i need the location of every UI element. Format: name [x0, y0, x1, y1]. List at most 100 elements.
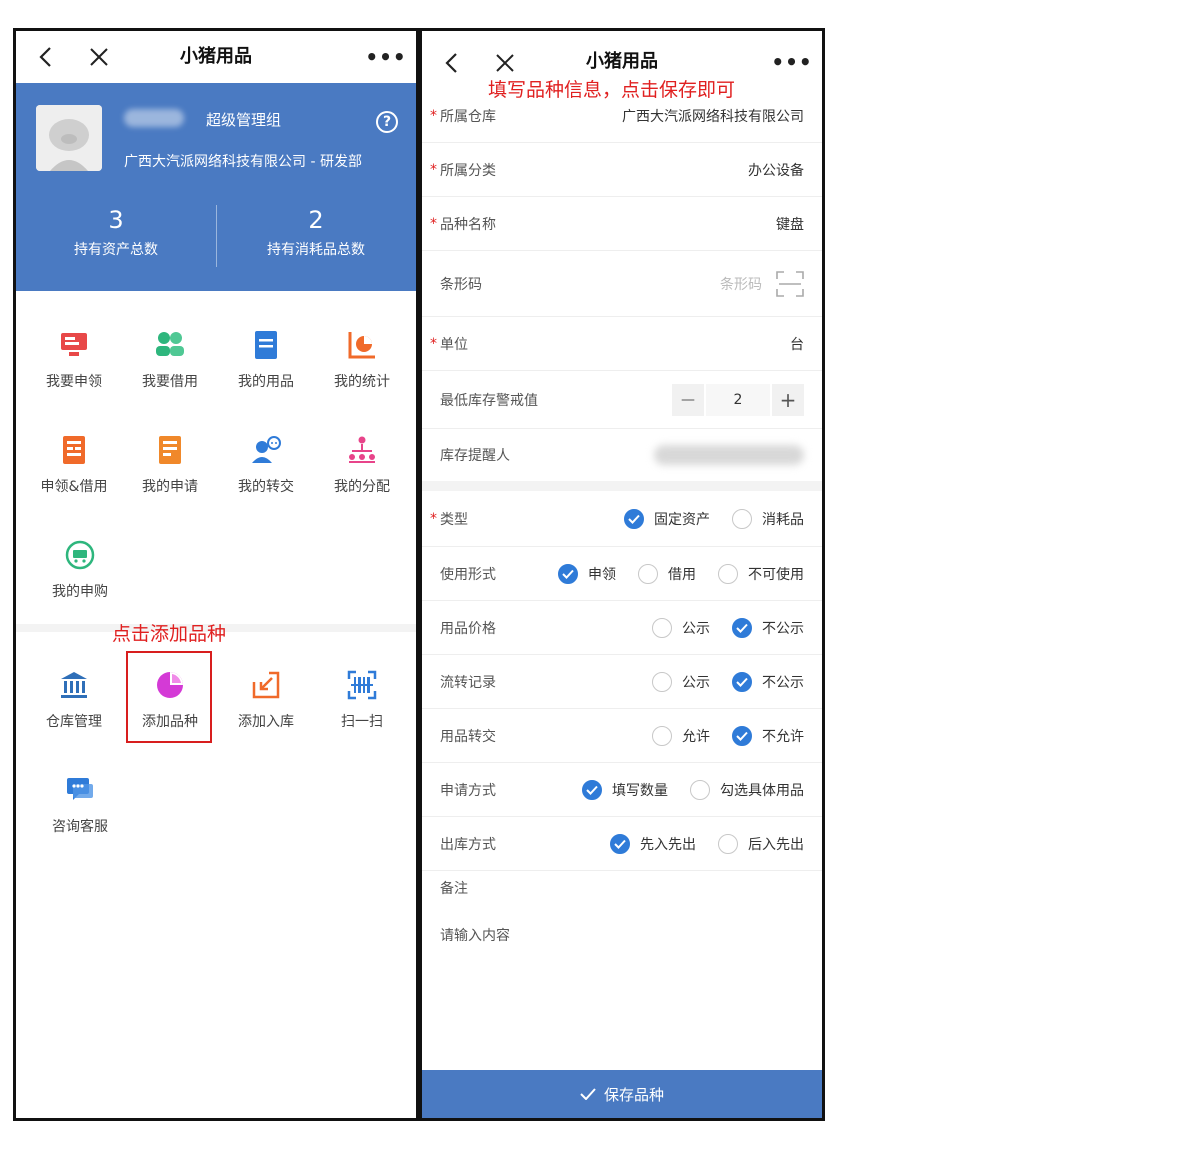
radio-checked-icon[interactable] [582, 779, 602, 800]
grid-item-apply-borrow[interactable]: 申领&借用 [26, 416, 122, 506]
radio-group: 公示 不公示 [630, 601, 804, 654]
radio-checked-icon[interactable] [732, 671, 752, 692]
radio-option[interactable]: 先入先出 [610, 833, 696, 854]
stat-assets[interactable]: 3 持有资产总数 [16, 205, 216, 259]
grid-label: 仓库管理 [46, 714, 102, 730]
remark-placeholder: 请输入内容 [440, 928, 510, 944]
field-stock-reminder[interactable]: 库存提醒人 [422, 429, 822, 481]
field-barcode[interactable]: 条形码 条形码 [422, 251, 822, 317]
import-icon [246, 665, 286, 705]
save-label: 保存品种 [603, 1085, 664, 1104]
radio-option[interactable]: 不公示 [732, 671, 804, 692]
radio-option[interactable]: 后入先出 [718, 833, 804, 854]
radio-option[interactable]: 勾选具体用品 [690, 779, 804, 800]
document-icon [246, 325, 286, 365]
radio-option[interactable]: 公示 [652, 671, 710, 692]
radio-unchecked-icon[interactable] [652, 725, 672, 746]
radio-label: 填写数量 [612, 782, 668, 799]
radio-option[interactable]: 借用 [638, 563, 696, 584]
radio-group: 公示 不公示 [630, 655, 804, 708]
radio-checked-icon[interactable] [732, 617, 752, 638]
radio-checked-icon[interactable] [610, 833, 630, 854]
radio-option[interactable]: 填写数量 [582, 779, 668, 800]
field-warehouse[interactable]: * 所属仓库 广西大汽派网络科技有限公司 [422, 89, 822, 143]
chat-icon [60, 770, 100, 810]
barcode-input[interactable]: 条形码 [720, 251, 804, 316]
page-title: 小猪用品 [180, 46, 252, 67]
back-icon[interactable] [30, 31, 60, 83]
radio-option[interactable]: 不可使用 [718, 563, 804, 584]
more-options-icon[interactable]: ••• [365, 31, 405, 83]
grid-label: 我的申购 [52, 584, 108, 600]
more-options-icon[interactable]: ••• [771, 36, 811, 88]
grid-item-my-transfers[interactable]: 我的转交 [218, 416, 314, 506]
save-variety-button[interactable]: 保存品种 [422, 1070, 822, 1118]
field-label: 库存提醒人 [440, 448, 510, 464]
field-value: 键盘 [776, 216, 804, 233]
radio-unchecked-icon[interactable] [718, 833, 738, 854]
close-icon[interactable] [84, 31, 114, 83]
back-icon[interactable] [436, 37, 466, 89]
help-icon[interactable]: ? [376, 111, 398, 133]
grid-item-add-inbound[interactable]: 添加入库 [218, 651, 314, 741]
remark-input[interactable]: 请输入内容 [422, 910, 822, 960]
radio-option[interactable]: 消耗品 [732, 508, 804, 529]
field-label: 使用形式 [440, 566, 496, 583]
radio-label: 后入先出 [748, 836, 804, 853]
option-row-usage: 使用形式 申领 借用 不可使用 [422, 547, 822, 601]
radio-label: 申领 [588, 566, 616, 583]
grid-item-customer-service[interactable]: 咨询客服 [32, 756, 128, 846]
apply-icon [54, 325, 94, 365]
radio-option[interactable]: 不公示 [732, 617, 804, 638]
grid-item-scan[interactable]: 扫一扫 [314, 651, 410, 741]
increment-button[interactable]: + [772, 384, 804, 416]
quantity-input[interactable]: 2 [706, 384, 770, 416]
grid-item-my-allocations[interactable]: 我的分配 [314, 416, 410, 506]
grid-label: 我的用品 [238, 374, 294, 390]
grid-item-borrow[interactable]: 我要借用 [122, 311, 218, 401]
radio-option[interactable]: 申领 [558, 563, 616, 584]
field-label: 备注 [440, 881, 468, 897]
radio-unchecked-icon[interactable] [652, 617, 672, 638]
field-unit[interactable]: * 单位 台 [422, 317, 822, 371]
grid-label: 我的申请 [142, 479, 198, 495]
radio-option[interactable]: 不允许 [732, 725, 804, 746]
grid-item-apply[interactable]: 我要申领 [26, 311, 122, 401]
radio-checked-icon[interactable] [732, 725, 752, 746]
radio-label: 固定资产 [654, 511, 710, 528]
avatar[interactable] [36, 105, 102, 171]
radio-checked-icon[interactable] [624, 508, 644, 529]
required-mark: * [430, 510, 437, 527]
radio-unchecked-icon[interactable] [732, 508, 752, 529]
grid-item-my-items[interactable]: 我的用品 [218, 311, 314, 401]
grid-item-warehouse[interactable]: 仓库管理 [26, 651, 122, 741]
radio-unchecked-icon[interactable] [638, 563, 658, 584]
grid-item-my-requests[interactable]: 我的申请 [122, 416, 218, 506]
radio-unchecked-icon[interactable] [652, 671, 672, 692]
field-label: 所属分类 [440, 162, 496, 179]
radio-checked-icon[interactable] [558, 563, 578, 584]
grid-label: 我的分配 [334, 479, 390, 495]
radio-label: 借用 [668, 566, 696, 583]
field-min-stock: 最低库存警戒值 — 2 + [422, 371, 822, 429]
decrement-button[interactable]: — [672, 384, 704, 416]
radio-unchecked-icon[interactable] [690, 779, 710, 800]
user-organization: 广西大汽派网络科技有限公司 - 研发部 [124, 154, 362, 170]
grid-item-my-purchases[interactable]: 我的申购 [32, 521, 128, 611]
grid-item-my-stats[interactable]: 我的统计 [314, 311, 410, 401]
field-variety-name[interactable]: * 品种名称 键盘 [422, 197, 822, 251]
annotation-click-add-variety: 点击添加品种 [112, 623, 227, 645]
scan-barcode-icon[interactable] [776, 270, 804, 297]
field-label: 最低库存警戒值 [440, 392, 538, 409]
radio-option[interactable]: 允许 [652, 725, 710, 746]
radio-option[interactable]: 固定资产 [624, 508, 710, 529]
warehouse-icon [54, 665, 94, 705]
radio-unchecked-icon[interactable] [718, 563, 738, 584]
radio-label: 允许 [682, 728, 710, 745]
stat-consumables[interactable]: 2 持有消耗品总数 [216, 205, 416, 259]
radio-option[interactable]: 公示 [652, 617, 710, 638]
grid-label: 我要申领 [46, 374, 102, 390]
field-category[interactable]: * 所属分类 办公设备 [422, 143, 822, 197]
radio-group: 固定资产 消耗品 [602, 491, 804, 546]
form-icon [54, 430, 94, 470]
